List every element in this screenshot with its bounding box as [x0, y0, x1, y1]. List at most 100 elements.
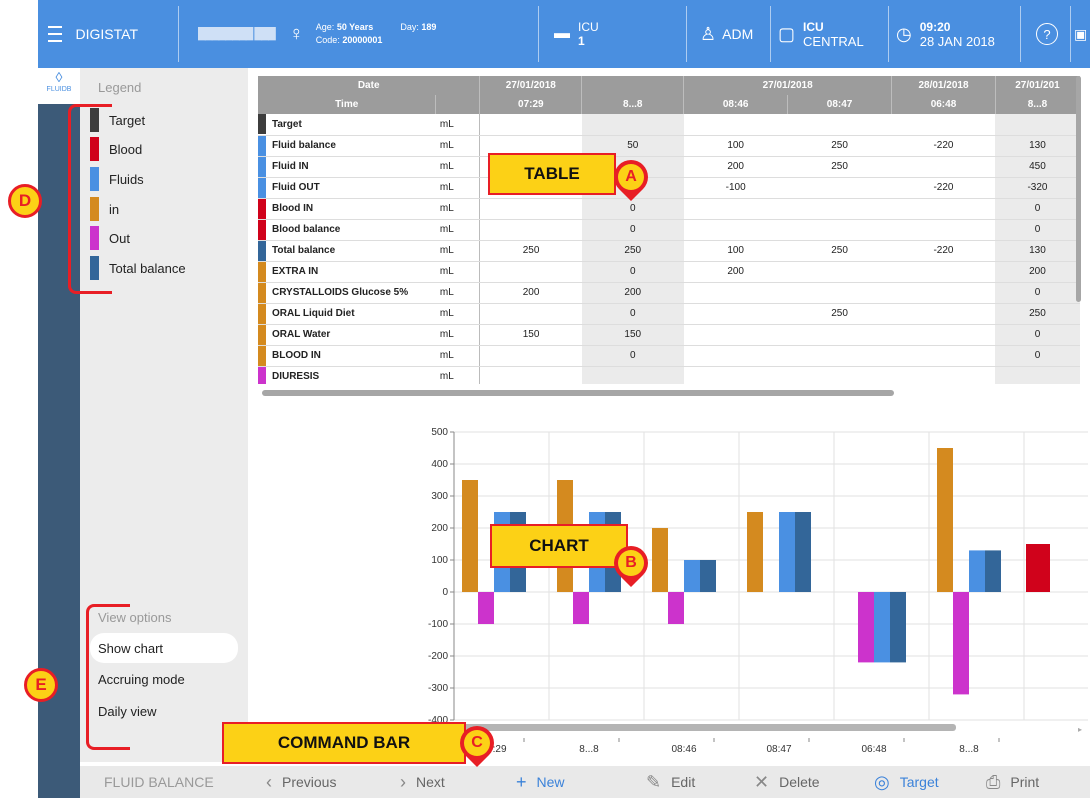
table-cell[interactable] — [479, 198, 582, 220]
table-row[interactable]: BLOOD IN mL 0 0 — [258, 345, 1080, 367]
table-cell[interactable]: -320 — [995, 177, 1080, 199]
table-cell[interactable]: 100 — [683, 240, 788, 262]
table-row[interactable]: Fluid IN mL 200 250 450 — [258, 156, 1080, 178]
table-cell[interactable] — [683, 282, 788, 304]
table-cell[interactable]: 0 — [995, 324, 1080, 346]
table-cell[interactable]: 0 — [581, 198, 684, 220]
table-cell[interactable] — [787, 219, 892, 241]
help-button[interactable]: ? — [1036, 0, 1066, 68]
table-cell[interactable] — [891, 261, 996, 283]
patient-button[interactable]: ████████ ███ ♀ Age: 50 Years Code: 20000… — [198, 0, 528, 68]
table-cell[interactable]: 200 — [683, 156, 788, 178]
table-cell[interactable] — [479, 261, 582, 283]
bed-button[interactable]: ▬ ICU 1 — [554, 0, 644, 68]
time-cell[interactable]: 06:48 — [891, 95, 996, 114]
table-cell[interactable] — [479, 219, 582, 241]
table-cell[interactable] — [891, 345, 996, 367]
next-button[interactable]: › Next — [400, 766, 445, 798]
table-cell[interactable] — [683, 219, 788, 241]
table-cell[interactable]: 0 — [995, 198, 1080, 220]
table-cell[interactable]: 0 — [995, 219, 1080, 241]
table-cell[interactable]: -100 — [683, 177, 788, 199]
table-cell[interactable]: 200 — [581, 282, 684, 304]
menu-button[interactable]: DIGISTAT — [38, 0, 138, 68]
delete-button[interactable]: ✕ Delete — [754, 766, 820, 798]
table-cell[interactable] — [479, 345, 582, 367]
table-cell[interactable]: 250 — [581, 240, 684, 262]
table-cell[interactable] — [891, 324, 996, 346]
table-cell[interactable] — [787, 366, 892, 384]
table-horizontal-scrollbar[interactable] — [262, 390, 894, 396]
table-cell[interactable]: 450 — [995, 156, 1080, 178]
time-cell[interactable]: 8...8 — [581, 95, 685, 114]
table-cell[interactable] — [581, 366, 684, 384]
user-button[interactable]: ♙ ADM — [700, 0, 770, 68]
table-cell[interactable] — [891, 303, 996, 325]
table-cell[interactable] — [891, 114, 996, 136]
table-cell[interactable] — [581, 114, 684, 136]
table-cell[interactable] — [479, 114, 582, 136]
table-row[interactable]: DIURESIS mL — [258, 366, 1080, 384]
table-cell[interactable] — [787, 198, 892, 220]
table-cell[interactable] — [891, 198, 996, 220]
previous-button[interactable]: ‹ Previous — [266, 766, 336, 798]
table-cell[interactable]: -220 — [891, 240, 996, 262]
table-cell[interactable] — [683, 345, 788, 367]
table-cell[interactable]: 0 — [995, 345, 1080, 367]
table-cell[interactable]: 0 — [581, 219, 684, 241]
table-cell[interactable]: 250 — [787, 135, 892, 157]
table-cell[interactable] — [683, 114, 788, 136]
table-cell[interactable]: 250 — [787, 303, 892, 325]
table-cell[interactable]: 100 — [683, 135, 788, 157]
table-cell[interactable] — [995, 366, 1080, 384]
table-row[interactable]: CRYSTALLOIDS Glucose 5% mL 200 200 0 — [258, 282, 1080, 304]
table-cell[interactable] — [683, 198, 788, 220]
table-cell[interactable] — [787, 282, 892, 304]
table-cell[interactable]: 200 — [683, 261, 788, 283]
table-cell[interactable] — [787, 261, 892, 283]
table-cell[interactable]: 150 — [581, 324, 684, 346]
table-cell[interactable] — [479, 303, 582, 325]
table-row[interactable]: Blood IN mL 0 0 — [258, 198, 1080, 220]
time-cell[interactable]: 08:47 — [787, 95, 893, 114]
table-cell[interactable] — [787, 114, 892, 136]
table-cell[interactable]: 200 — [995, 261, 1080, 283]
print-button[interactable]: ⎙ Print — [986, 766, 1039, 798]
table-cell[interactable]: 0 — [581, 345, 684, 367]
table-cell[interactable] — [683, 324, 788, 346]
table-cell[interactable]: 130 — [995, 135, 1080, 157]
table-cell[interactable]: 150 — [479, 324, 582, 346]
table-cell[interactable] — [891, 219, 996, 241]
table-cell[interactable] — [787, 324, 892, 346]
table-cell[interactable]: 130 — [995, 240, 1080, 262]
table-cell[interactable]: 250 — [479, 240, 582, 262]
table-cell[interactable] — [479, 366, 582, 384]
table-vertical-scrollbar[interactable] — [1076, 76, 1081, 302]
table-cell[interactable] — [891, 282, 996, 304]
time-cell[interactable]: 8...8 — [995, 95, 1080, 114]
table-row[interactable]: Total balance mL 250 250 100 250 -220 130 — [258, 240, 1080, 262]
table-row[interactable]: Fluid OUT mL -100 -220 -320 — [258, 177, 1080, 199]
table-cell[interactable]: -220 — [891, 135, 996, 157]
table-cell[interactable]: 250 — [787, 240, 892, 262]
table-cell[interactable] — [787, 345, 892, 367]
clock-button[interactable]: ◷ 09:20 28 JAN 2018 — [896, 0, 1016, 68]
table-cell[interactable]: -220 — [891, 177, 996, 199]
table-cell[interactable] — [787, 177, 892, 199]
table-cell[interactable]: 250 — [787, 156, 892, 178]
new-button[interactable]: + New — [516, 766, 565, 798]
table-row[interactable]: Blood balance mL 0 0 — [258, 219, 1080, 241]
target-button[interactable]: ◎ Target — [874, 766, 939, 798]
module-tab-fluid-balance[interactable]: ◊ FLUIDB — [38, 68, 80, 104]
table-row[interactable]: ORAL Liquid Diet mL 0 250 250 — [258, 303, 1080, 325]
screen-button[interactable]: ▣ — [1074, 0, 1090, 68]
table-cell[interactable] — [891, 156, 996, 178]
table-cell[interactable]: 0 — [995, 282, 1080, 304]
table-cell[interactable]: 250 — [995, 303, 1080, 325]
table-cell[interactable] — [891, 366, 996, 384]
table-cell[interactable]: 0 — [581, 303, 684, 325]
table-cell[interactable] — [683, 303, 788, 325]
table-row[interactable]: ORAL Water mL 150 150 0 — [258, 324, 1080, 346]
table-row[interactable]: Target mL — [258, 114, 1080, 136]
table-cell[interactable]: 0 — [581, 261, 684, 283]
